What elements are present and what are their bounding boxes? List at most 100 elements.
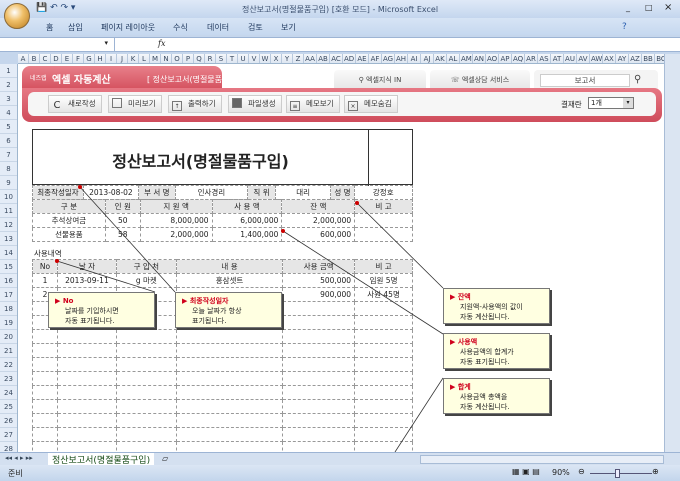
tab-page-layout[interactable]: 페이지 레이아웃 <box>101 22 155 33</box>
column-header[interactable]: I <box>106 54 117 63</box>
column-header[interactable]: AU <box>564 54 577 63</box>
column-header[interactable]: G <box>84 54 95 63</box>
column-header[interactable]: N <box>161 54 172 63</box>
row-header[interactable]: 10 <box>0 190 17 204</box>
tab-view[interactable]: 보기 <box>281 22 296 33</box>
column-header[interactable]: D <box>51 54 62 63</box>
row-header[interactable]: 20 <box>0 330 17 344</box>
column-header[interactable]: O <box>172 54 183 63</box>
row-header[interactable]: 19 <box>0 316 17 330</box>
column-header[interactable]: B <box>29 54 40 63</box>
column-header[interactable]: W <box>260 54 271 63</box>
column-header[interactable]: AP <box>499 54 512 63</box>
zoom-slider-thumb[interactable] <box>615 469 620 478</box>
column-header[interactable]: AZ <box>629 54 642 63</box>
column-header[interactable]: AI <box>408 54 421 63</box>
column-header[interactable]: T <box>227 54 238 63</box>
zoom-slider[interactable] <box>590 473 652 474</box>
column-header[interactable]: AK <box>434 54 447 63</box>
column-header[interactable]: Q <box>194 54 205 63</box>
row-header[interactable]: 9 <box>0 176 17 190</box>
vertical-scrollbar[interactable] <box>664 54 680 452</box>
row-header[interactable]: 28 <box>0 442 17 452</box>
column-header[interactable]: AG <box>382 54 395 63</box>
column-header[interactable]: AJ <box>421 54 434 63</box>
horizontal-scrollbar[interactable] <box>420 455 664 464</box>
row-header[interactable]: 25 <box>0 400 17 414</box>
column-header[interactable]: A <box>18 54 29 63</box>
column-header[interactable]: E <box>62 54 73 63</box>
row-header[interactable]: 2 <box>0 78 17 92</box>
row-header[interactable]: 27 <box>0 428 17 442</box>
row-header[interactable]: 12 <box>0 218 17 232</box>
row-header[interactable]: 4 <box>0 106 17 120</box>
column-header[interactable]: R <box>205 54 216 63</box>
column-header[interactable]: AM <box>460 54 473 63</box>
row-header[interactable]: 21 <box>0 344 17 358</box>
zoom-level[interactable]: 90% <box>552 468 570 477</box>
maximize-button[interactable]: □ <box>645 3 653 12</box>
column-header[interactable]: AO <box>486 54 499 63</box>
row-header[interactable]: 6 <box>0 134 17 148</box>
close-button[interactable]: × <box>664 2 672 13</box>
quick-access-toolbar[interactable]: 💾 ↶ ↷ ▾ <box>36 3 75 13</box>
name-box[interactable]: ▾ <box>0 38 115 51</box>
row-header[interactable]: 26 <box>0 414 17 428</box>
row-header[interactable]: 18 <box>0 302 17 316</box>
row-header[interactable]: 14 <box>0 246 17 260</box>
fx-icon[interactable]: fx <box>158 39 165 48</box>
formula-input[interactable] <box>172 38 664 51</box>
column-header[interactable]: AX <box>603 54 616 63</box>
sheet-nav-arrows[interactable]: ◂◂ ◂ ▸ ▸▸ <box>5 454 33 462</box>
column-header[interactable]: H <box>95 54 106 63</box>
row-header[interactable]: 16 <box>0 274 17 288</box>
column-header[interactable]: AB <box>317 54 330 63</box>
row-header[interactable]: 7 <box>0 148 17 162</box>
column-header[interactable]: V <box>249 54 260 63</box>
column-header[interactable]: AY <box>616 54 629 63</box>
column-header[interactable]: AR <box>525 54 538 63</box>
column-header[interactable]: S <box>216 54 227 63</box>
row-header[interactable]: 1 <box>0 64 17 78</box>
column-header[interactable]: C <box>40 54 51 63</box>
zoom-in-icon[interactable]: ⊕ <box>652 467 659 476</box>
row-header[interactable]: 23 <box>0 372 17 386</box>
column-header[interactable]: AE <box>356 54 369 63</box>
row-header[interactable]: 8 <box>0 162 17 176</box>
tab-insert[interactable]: 삽입 <box>68 22 83 33</box>
zoom-out-icon[interactable]: ⊖ <box>578 467 585 476</box>
row-header[interactable]: 13 <box>0 232 17 246</box>
column-header[interactable]: M <box>150 54 161 63</box>
column-header[interactable]: U <box>238 54 249 63</box>
column-header[interactable]: AA <box>304 54 317 63</box>
column-header[interactable]: AW <box>590 54 603 63</box>
column-header[interactable]: AS <box>538 54 551 63</box>
column-header[interactable]: AL <box>447 54 460 63</box>
column-header[interactable]: AC <box>330 54 343 63</box>
column-header[interactable]: Z <box>293 54 304 63</box>
row-header[interactable]: 24 <box>0 386 17 400</box>
column-header[interactable]: AH <box>395 54 408 63</box>
office-button[interactable] <box>4 3 30 29</box>
insert-sheet-icon[interactable]: ▱ <box>162 454 168 463</box>
row-header[interactable]: 3 <box>0 92 17 106</box>
tab-formulas[interactable]: 수식 <box>173 22 188 33</box>
help-icon[interactable]: ? <box>622 22 627 32</box>
column-header[interactable]: AV <box>577 54 590 63</box>
row-header[interactable]: 22 <box>0 358 17 372</box>
row-header[interactable]: 11 <box>0 204 17 218</box>
column-header[interactable]: AN <box>473 54 486 63</box>
row-header[interactable]: 15 <box>0 260 17 274</box>
column-header[interactable]: K <box>128 54 139 63</box>
view-buttons[interactable]: ▦ ▣ ▤ <box>512 467 540 476</box>
column-header[interactable]: AQ <box>512 54 525 63</box>
worksheet-grid[interactable]: ⚲ 엑셀지식 IN ☏ 엑셀상담 서비스 보고서 ⚲ 네즈랩 엑셀 자동계산 [… <box>18 64 664 452</box>
row-header[interactable]: 5 <box>0 120 17 134</box>
row-header[interactable]: 17 <box>0 288 17 302</box>
column-header[interactable]: BB <box>642 54 655 63</box>
column-header[interactable]: P <box>183 54 194 63</box>
column-header[interactable]: L <box>139 54 150 63</box>
minimize-button[interactable]: _ <box>626 3 630 12</box>
column-header[interactable]: AD <box>343 54 356 63</box>
column-header[interactable]: J <box>117 54 128 63</box>
